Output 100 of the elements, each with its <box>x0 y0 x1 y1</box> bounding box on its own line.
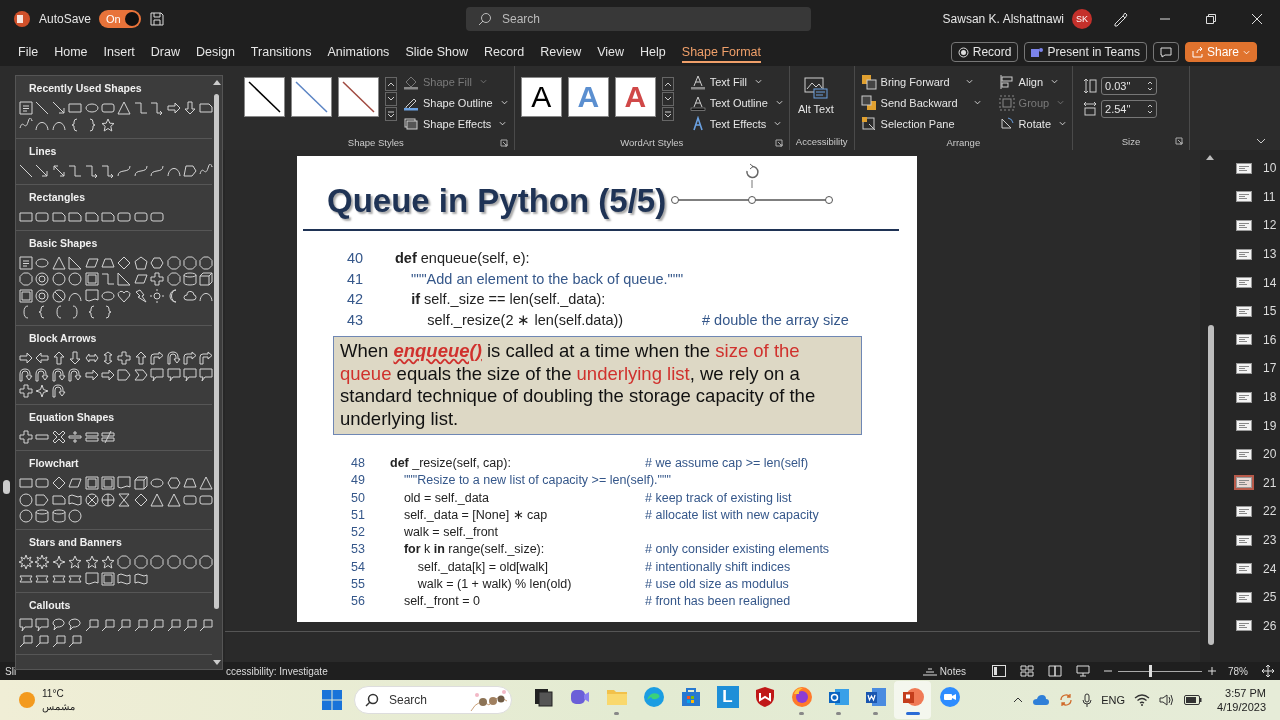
slide-number: 10 <box>1263 161 1277 176</box>
bring-forward-button[interactable]: Bring Forward <box>860 71 981 92</box>
ribbon-tab[interactable]: Animations <box>319 39 398 65</box>
section-heading: Rectangles <box>29 190 87 203</box>
group-label: Shape Styles <box>347 136 404 148</box>
group-label: WordArt Styles <box>620 136 684 148</box>
shape-outline-button[interactable]: Shape Outline <box>403 92 508 113</box>
language-indicator[interactable]: ENG <box>1101 694 1126 706</box>
section-heading: Equation Shapes <box>29 411 116 423</box>
ribbon-tab[interactable]: Design <box>187 39 243 65</box>
autosave-label: AutoSave <box>39 12 92 26</box>
clock-time[interactable]: 3:57 PM <box>1225 686 1266 700</box>
section-heading: Flowchart <box>29 457 80 469</box>
selection-pane-button[interactable]: Selection Pane <box>860 113 981 134</box>
weather-condition: مشمس <box>42 700 75 713</box>
line-number: 54 <box>351 558 366 576</box>
notes-button[interactable]: Notes <box>922 665 966 677</box>
search-box[interactable]: Search <box>354 686 512 714</box>
slide-number: 13 <box>1263 247 1277 262</box>
section-heading: Basic Shapes <box>29 236 99 249</box>
alt-text-button[interactable]: Alt Text <box>795 71 836 132</box>
slide-number: 15 <box>1263 304 1277 319</box>
group-label: Arrange <box>946 136 981 148</box>
callout-text: When enqueue() is called at a time when the size of the queue equals the size of the underlying list, we rely on a standard technique of doubling the storage capacity of the underlying list. <box>340 340 817 430</box>
ribbon-tab[interactable]: Draw <box>142 39 188 65</box>
text-effects-button[interactable]: Text Effects <box>689 113 783 134</box>
ribbon-tab[interactable]: Shape Format <box>673 39 770 65</box>
code-line: old = self._data <box>402 489 491 507</box>
ribbon-tab[interactable]: Help <box>632 39 674 65</box>
search-input[interactable]: Search <box>387 692 461 708</box>
ribbon-tab[interactable]: Slide Show <box>397 39 476 65</box>
code-line: if self._size == len(self._data): <box>410 290 607 309</box>
size-field[interactable]: 0.03" <box>1101 77 1158 95</box>
taskbar-button[interactable]: L <box>709 681 746 719</box>
section-heading: Stars and Banners <box>29 536 123 548</box>
search-box[interactable]: Search <box>466 7 811 31</box>
ribbon-tab[interactable]: Record <box>475 39 533 65</box>
code-line: self._front = 0 <box>402 593 481 611</box>
slide-number: 21 <box>1263 475 1277 490</box>
section-heading: Lines <box>29 144 58 157</box>
wordart-sample: A <box>531 82 552 112</box>
ribbon-tab[interactable]: Review <box>532 39 590 65</box>
ribbon-tab[interactable]: View <box>589 39 633 65</box>
section-heading: Block Arrows <box>29 332 98 344</box>
line-number: 49 <box>351 472 366 490</box>
ribbon-tab[interactable]: Insert <box>95 39 143 65</box>
slide-number: 18 <box>1263 390 1277 405</box>
group-label: Accessibility <box>795 135 848 147</box>
code-comment: # keep track of existing list <box>645 489 793 507</box>
line-number: 48 <box>351 455 366 472</box>
ribbon-tab[interactable]: File <box>10 39 47 65</box>
line-number: 52 <box>351 524 366 542</box>
wordart-style-swatch[interactable]: A <box>520 77 562 117</box>
line-number: 51 <box>351 506 366 524</box>
group-label: Size <box>1121 135 1141 147</box>
ribbon-tab[interactable]: Transitions <box>242 39 320 65</box>
text-fill-button[interactable]: Text Fill <box>689 71 783 92</box>
callout-box[interactable]: When enqueue() is called at a time when the size of the queue equals the size of the underlying list, we rely on a standard technique of doubling the storage capacity of the underlying list. <box>333 336 862 435</box>
user-avatar[interactable]: SK <box>1072 9 1092 29</box>
present-in-teams-button[interactable]: Present in Teams <box>1024 42 1147 62</box>
record-button[interactable]: Record <box>950 42 1019 62</box>
line-number: 41 <box>347 269 365 289</box>
line-number: 43 <box>347 310 365 330</box>
ribbon-tab[interactable]: Home <box>46 39 96 65</box>
rotate-button[interactable]: Rotate <box>998 113 1067 134</box>
code-comment: # front has been realigned <box>645 593 792 611</box>
align-button[interactable]: Align <box>998 71 1067 92</box>
wordart-style-swatch[interactable]: A <box>614 77 656 117</box>
slide-number: 11 <box>1263 189 1276 204</box>
search-input[interactable]: Search <box>500 11 704 27</box>
slide-number: 23 <box>1263 533 1277 547</box>
code-line: def _resize(self, cap): <box>390 455 512 472</box>
slide-number: 19 <box>1263 418 1277 433</box>
user-name: Sawsan K. Alshattnawi <box>942 12 1064 26</box>
code-line: self._data[k] = old[walk] <box>416 558 550 576</box>
slide-title: Queue in Python (5/5) <box>327 182 667 220</box>
wordart-sample: A <box>624 82 647 112</box>
slide-number: 20 <box>1263 447 1277 462</box>
temperature: 11°C <box>42 687 65 700</box>
line-number: 56 <box>351 593 366 611</box>
code-line: self._resize(2 ∗ len(self.data)) <box>426 310 625 330</box>
code-comment: # allocate list with new capacity <box>645 506 820 524</box>
slide-number: 24 <box>1263 561 1277 576</box>
accessibility-status[interactable]: ccessibility: Investigate <box>226 665 328 677</box>
code-line: walk = (1 + walk) % len(old) <box>416 576 573 594</box>
zoom-percent[interactable]: 78% <box>1228 665 1248 677</box>
shape-effects-button[interactable]: Shape Effects <box>403 113 508 134</box>
slide-number: 16 <box>1263 332 1277 347</box>
text-outline-button[interactable]: Text Outline <box>689 92 783 113</box>
line-number: 42 <box>347 290 365 309</box>
send-backward-button[interactable]: Send Backward <box>860 92 981 113</box>
code-line: for k in range(self._size): <box>402 541 546 559</box>
slide-number: 26 <box>1263 618 1277 633</box>
slide-number: 22 <box>1263 504 1277 519</box>
clock-date[interactable]: 4/19/2023 <box>1217 700 1266 714</box>
code-line: self._data = [None] ∗ cap <box>402 506 549 524</box>
code-line: """Resize to a new list of capacity >= len(self).""" <box>402 472 672 490</box>
code-comment: # we assume cap >= len(self) <box>645 455 810 472</box>
code-line: def enqueue(self, e): <box>395 249 531 268</box>
size-field[interactable]: 2.54" <box>1101 100 1158 118</box>
